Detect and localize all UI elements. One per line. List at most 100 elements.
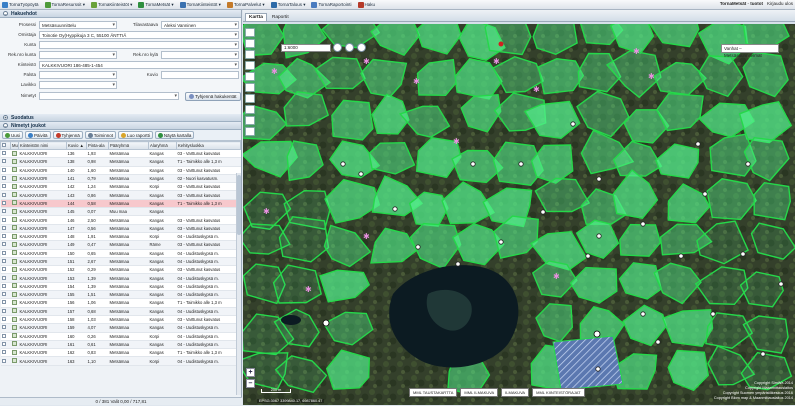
row-select-cell[interactable]: [1, 274, 11, 282]
special-feature-marker[interactable]: ✱: [453, 137, 460, 146]
row-select-cell[interactable]: [1, 183, 11, 191]
row-checkbox[interactable]: [2, 184, 6, 188]
select-tool-icon[interactable]: [245, 39, 255, 48]
row-edit-cell[interactable]: [11, 315, 19, 323]
stand-point-marker[interactable]: [779, 282, 783, 286]
tilavastaava-select[interactable]: Aleksi Vanninen: [161, 21, 239, 29]
stand-point-marker[interactable]: [597, 234, 601, 238]
create-report-button[interactable]: Luo raportti: [118, 131, 153, 139]
row-edit-cell[interactable]: [11, 357, 19, 365]
row-select-cell[interactable]: [1, 307, 11, 315]
table-row[interactable]: KALKKIVUORI1361,93MetsämaaKangas03 - Var…: [1, 150, 241, 158]
stand-point-marker[interactable]: [746, 162, 750, 166]
stand-point-marker[interactable]: [696, 142, 700, 146]
table-row[interactable]: KALKKIVUORI1594,07MetsämaaKangas04 - Uud…: [1, 324, 241, 332]
new-button[interactable]: Uusi: [2, 131, 23, 139]
row-checkbox[interactable]: [2, 193, 6, 197]
row-edit-cell[interactable]: [11, 299, 19, 307]
row-select-cell[interactable]: [1, 257, 11, 265]
column-header[interactable]: Alaryhmä: [149, 142, 177, 150]
omistaja-select[interactable]: Toinotie Oy(Hyppikuja 3 C, 55100 ÄNTTIÄ: [39, 31, 239, 39]
row-checkbox[interactable]: [2, 325, 6, 329]
measure-tool-icon[interactable]: [245, 61, 255, 70]
row-edit-cell[interactable]: [11, 199, 19, 207]
row-edit-cell[interactable]: [11, 232, 19, 240]
stand-point-marker[interactable]: [541, 210, 545, 214]
row-select-cell[interactable]: [1, 158, 11, 166]
row-edit-cell[interactable]: [11, 324, 19, 332]
edit-icon[interactable]: [12, 350, 17, 355]
stand-point-marker[interactable]: [761, 352, 765, 356]
row-checkbox[interactable]: [2, 234, 6, 238]
row-edit-cell[interactable]: [11, 191, 19, 199]
table-row[interactable]: KALKKIVUORI1581,03MetsämaaKangas03 - Var…: [1, 315, 241, 323]
row-edit-cell[interactable]: [11, 174, 19, 182]
pan-tool-icon[interactable]: [245, 28, 255, 37]
stand-point-marker[interactable]: [656, 340, 660, 344]
row-edit-cell[interactable]: [11, 241, 19, 249]
row-select-cell[interactable]: [1, 324, 11, 332]
stand-point-marker[interactable]: [741, 252, 745, 256]
clear-button[interactable]: Tyhjennä: [53, 131, 83, 139]
column-header[interactable]: Pinta-ala: [87, 142, 109, 150]
info-tool-icon[interactable]: [245, 72, 255, 81]
row-select-cell[interactable]: [1, 191, 11, 199]
row-select-cell[interactable]: [1, 249, 11, 257]
row-select-cell[interactable]: [1, 282, 11, 290]
row-checkbox[interactable]: [2, 226, 6, 230]
stand-point-marker[interactable]: [456, 262, 460, 266]
edit-icon[interactable]: [12, 225, 17, 230]
table-row[interactable]: KALKKIVUORI1551,51MetsämaaKangas04 - Uud…: [1, 291, 241, 299]
table-row[interactable]: KALKKIVUORI1462,50MetsämaaKangas03 - Var…: [1, 216, 241, 224]
table-row[interactable]: KALKKIVUORI1520,29MetsämaaKangas03 - Var…: [1, 266, 241, 274]
row-checkbox[interactable]: [2, 309, 6, 313]
row-edit-cell[interactable]: [11, 340, 19, 348]
pin-icon[interactable]: [357, 43, 366, 52]
row-checkbox[interactable]: [2, 201, 6, 205]
row-edit-cell[interactable]: [11, 208, 19, 216]
stand-point-marker[interactable]: [596, 367, 600, 371]
row-select-cell[interactable]: [1, 166, 11, 174]
select-all-header[interactable]: [1, 142, 11, 150]
edit-icon[interactable]: [12, 184, 17, 189]
stand-point-marker[interactable]: [499, 240, 503, 244]
expand-icon[interactable]: +: [3, 115, 8, 120]
edit-icon[interactable]: [12, 292, 17, 297]
layer-button-mml-ilmakuva[interactable]: MML ILMAKUVA: [460, 388, 498, 397]
row-edit-cell[interactable]: [11, 257, 19, 265]
edit-icon[interactable]: [12, 159, 17, 164]
special-feature-marker[interactable]: ✱: [533, 85, 540, 94]
scale-select[interactable]: 1:6000: [281, 44, 331, 52]
row-edit-cell[interactable]: [11, 266, 19, 274]
row-checkbox[interactable]: [2, 334, 6, 338]
table-row[interactable]: KALKKIVUORI1470,56MetsämaaKangas03 - Var…: [1, 224, 241, 232]
row-select-cell[interactable]: [1, 208, 11, 216]
table-row[interactable]: KALKKIVUORI1531,39MetsämaaKangas04 - Uud…: [1, 274, 241, 282]
layer-select[interactable]: Vanhat – Metsäsuunnitelmat: [721, 44, 779, 53]
table-row[interactable]: KALKKIVUORI1610,61MetsämaaKangas04 - Uud…: [1, 340, 241, 348]
zoom-in-icon[interactable]: +: [246, 368, 255, 377]
location-marker[interactable]: [323, 320, 329, 326]
row-checkbox[interactable]: [2, 300, 6, 304]
row-checkbox[interactable]: [2, 242, 6, 246]
edit-tool-icon[interactable]: [245, 116, 255, 125]
table-row[interactable]: KALKKIVUORI1421,24MetsämaaKorpi03 - Vart…: [1, 183, 241, 191]
collapse-icon[interactable]: –: [3, 123, 8, 128]
edit-icon[interactable]: [12, 341, 17, 346]
nimetyt-select[interactable]: [39, 92, 179, 100]
stand-point-marker[interactable]: [641, 312, 645, 316]
edit-icon[interactable]: [12, 300, 17, 305]
point-tool-icon[interactable]: [245, 105, 255, 114]
row-edit-cell[interactable]: [11, 166, 19, 174]
edit-icon[interactable]: [12, 325, 17, 330]
map-view[interactable]: ✱✱✱✱✱✱✱✱✱✱✱✱ 1:6000 Vanhat – Metsäsuunni…: [243, 24, 795, 405]
row-edit-cell[interactable]: [11, 349, 19, 357]
table-row[interactable]: KALKKIVUORI1620,83MetsämaaKangasT1 - Tai…: [1, 349, 241, 357]
forest-parcel[interactable]: [485, 24, 531, 54]
table-row[interactable]: KALKKIVUORI1410,79MetsämaaKangas02 - Nuo…: [1, 174, 241, 182]
table-row[interactable]: KALKKIVUORI1512,67MetsämaaKangas04 - Uud…: [1, 257, 241, 265]
table-row[interactable]: KALKKIVUORI1631,10MetsämaaKorpi04 - Uudi…: [1, 357, 241, 365]
collapse-icon[interactable]: –: [3, 11, 8, 16]
suodatus-header[interactable]: +Suodatus: [0, 114, 241, 122]
kunta-select[interactable]: [39, 41, 239, 49]
